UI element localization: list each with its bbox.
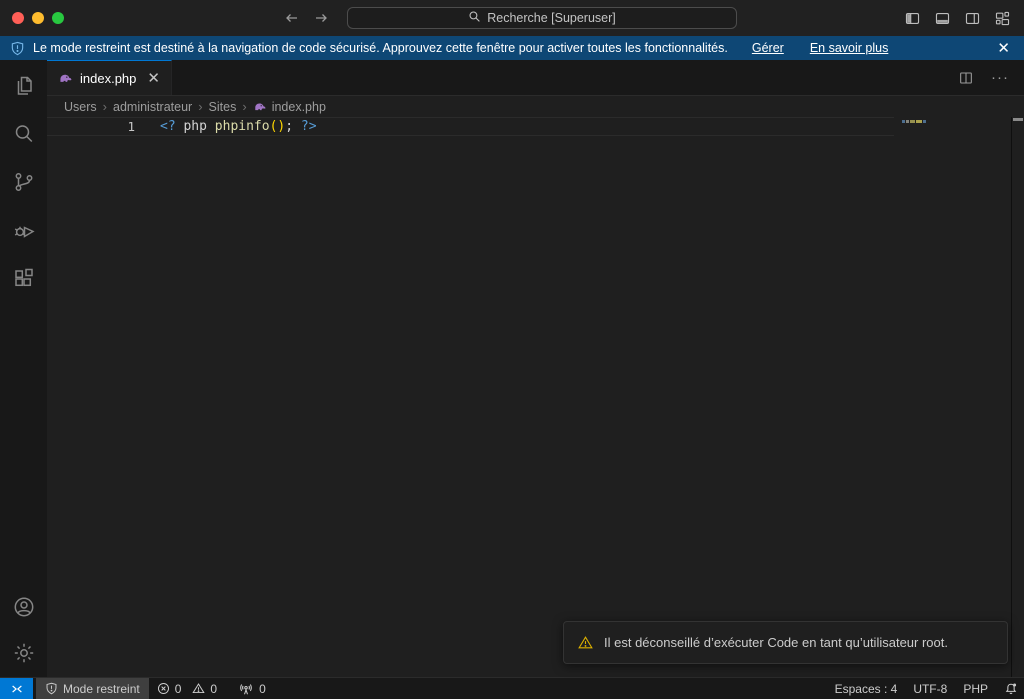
customize-layout-icon[interactable] (994, 10, 1011, 27)
learn-more-link[interactable]: En savoir plus (810, 41, 889, 55)
tab-label: index.php (80, 71, 136, 86)
scroll-decoration (1013, 118, 1023, 121)
warning-count: 0 (210, 682, 217, 696)
radio-tower-icon (239, 682, 253, 696)
shield-icon (45, 682, 58, 695)
notifications-bell[interactable] (996, 678, 1024, 699)
encoding-status[interactable]: UTF-8 (905, 678, 955, 699)
vscode-window: Recherche [Superuser] Le mode restreint … (0, 0, 1024, 699)
search-placeholder: Recherche [Superuser] (487, 11, 616, 25)
more-actions-icon[interactable]: ··· (991, 69, 1009, 86)
toggle-primary-sidebar-icon[interactable] (904, 10, 921, 27)
warning-icon (192, 682, 205, 695)
bell-dot-icon (1004, 682, 1018, 696)
search-icon (468, 10, 481, 26)
zoom-window-button[interactable] (52, 12, 64, 24)
code-line-tokens: <? php phpinfo(); ?> (160, 119, 317, 134)
notification-message: Il est déconseillé d’exécuter Code en ta… (604, 635, 948, 650)
remote-indicator[interactable] (0, 678, 33, 699)
run-debug-icon[interactable] (12, 218, 36, 242)
problems-status[interactable]: 0 0 (149, 678, 225, 699)
restricted-mode-label: Mode restreint (63, 682, 140, 696)
warning-icon (577, 634, 594, 651)
breadcrumb-separator: › (242, 99, 246, 114)
navigate-back-icon[interactable] (284, 10, 300, 26)
breadcrumb-separator: › (103, 99, 107, 114)
status-bar: Mode restreint 0 0 0 Es (0, 677, 1024, 699)
command-center-search[interactable]: Recherche [Superuser] (347, 7, 737, 29)
banner-message: Le mode restreint est destiné à la navig… (33, 41, 728, 55)
code-editor[interactable]: 1 <? php phpinfo(); ?> (47, 117, 1024, 677)
restricted-mode-banner: Le mode restreint est destiné à la navig… (0, 36, 1024, 60)
php-file-icon (253, 100, 267, 114)
tab-index-php[interactable]: index.php ✕ (47, 60, 172, 95)
breadcrumb: Users › administrateur › Sites › index.p… (47, 95, 1024, 117)
explorer-icon[interactable] (12, 74, 36, 98)
activity-bar (0, 60, 47, 677)
toggle-panel-icon[interactable] (934, 10, 951, 27)
window-controls (12, 12, 64, 24)
ports-status[interactable]: 0 (231, 678, 274, 699)
breadcrumb-separator: › (198, 99, 202, 114)
overview-ruler-scrollbar[interactable] (1011, 117, 1024, 677)
title-bar: Recherche [Superuser] (0, 0, 1024, 36)
minimap[interactable] (902, 120, 926, 123)
extensions-icon[interactable] (12, 266, 36, 290)
php-file-icon (58, 71, 73, 86)
indentation-status[interactable]: Espaces : 4 (827, 678, 906, 699)
settings-gear-icon[interactable] (12, 641, 36, 665)
tab-close-icon[interactable]: ✕ (147, 71, 160, 86)
language-mode-status[interactable]: PHP (955, 678, 996, 699)
source-control-icon[interactable] (12, 170, 36, 194)
close-window-button[interactable] (12, 12, 24, 24)
line-number: 1 (47, 119, 135, 134)
manage-trust-link[interactable]: Gérer (752, 41, 784, 55)
error-count: 0 (175, 682, 182, 696)
search-view-icon[interactable] (12, 122, 36, 146)
ports-count: 0 (259, 682, 266, 696)
breadcrumb-item-users[interactable]: Users (64, 100, 97, 114)
workspace-trust-shield-icon (10, 41, 25, 56)
breadcrumb-item-sites[interactable]: Sites (209, 100, 237, 114)
workbench: index.php ✕ ··· Users › administrateur ›… (0, 60, 1024, 677)
breadcrumb-item-administrateur[interactable]: administrateur (113, 100, 192, 114)
editor-group: index.php ✕ ··· Users › administrateur ›… (47, 60, 1024, 677)
minimize-window-button[interactable] (32, 12, 44, 24)
error-icon (157, 682, 170, 695)
banner-close-icon[interactable]: ✕ (997, 41, 1010, 56)
navigate-forward-icon[interactable] (313, 10, 329, 26)
accounts-icon[interactable] (12, 595, 36, 619)
breadcrumb-item-file[interactable]: index.php (253, 100, 326, 114)
tab-bar: index.php ✕ ··· (47, 60, 1024, 95)
restricted-mode-status[interactable]: Mode restreint (36, 678, 149, 699)
notification-toast[interactable]: Il est déconseillé d’exécuter Code en ta… (563, 621, 1008, 664)
split-editor-icon[interactable] (958, 70, 974, 86)
toggle-secondary-sidebar-icon[interactable] (964, 10, 981, 27)
